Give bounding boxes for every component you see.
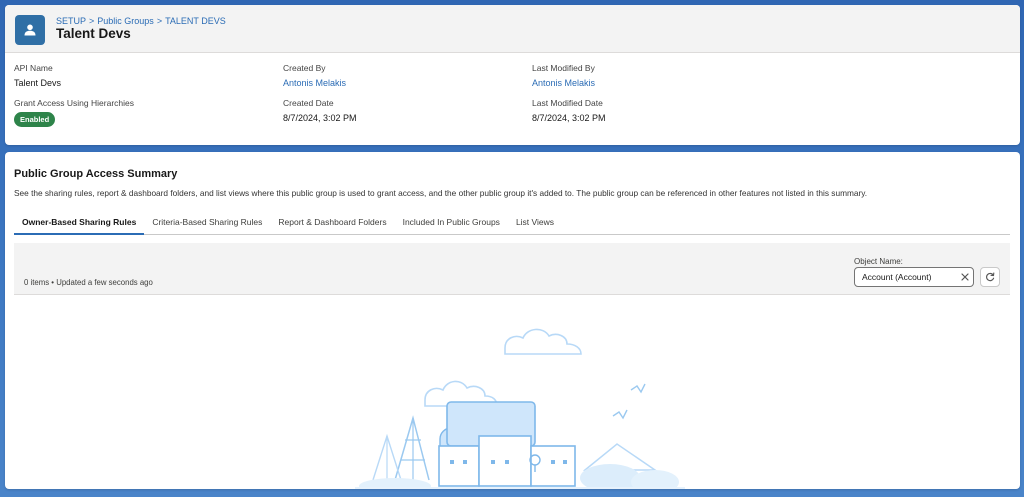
grant-access-label: Grant Access Using Hierarchies <box>14 98 134 108</box>
last-modified-by-label: Last Modified By <box>532 63 595 73</box>
tab-owner-based-sharing-rules[interactable]: Owner-Based Sharing Rules <box>14 210 145 235</box>
breadcrumb-setup[interactable]: SETUP <box>56 16 86 26</box>
page-title: Talent Devs <box>56 26 131 41</box>
summary-title: Public Group Access Summary <box>14 168 178 180</box>
api-name-label: API Name <box>14 63 53 73</box>
tab-list-views[interactable]: List Views <box>508 210 562 235</box>
created-date-value: 8/7/2024, 3:02 PM <box>283 113 357 123</box>
breadcrumb: SETUP > Public Groups > TALENT DEVS <box>56 16 226 26</box>
breadcrumb-public-groups[interactable]: Public Groups <box>97 16 154 26</box>
last-modified-date-field: Last Modified Date 8/7/2024, 3:02 PM <box>532 98 606 123</box>
breadcrumb-talent-devs[interactable]: TALENT DEVS <box>165 16 226 26</box>
created-date-label: Created Date <box>283 98 334 108</box>
tab-criteria-based-sharing-rules[interactable]: Criteria-Based Sharing Rules <box>144 210 270 235</box>
tab-report-dashboard-folders[interactable]: Report & Dashboard Folders <box>270 210 394 235</box>
created-by-label: Created By <box>283 63 326 73</box>
last-modified-by-field: Last Modified By Antonis Melakis <box>532 63 595 88</box>
api-name-value: Talent Devs <box>14 78 62 88</box>
record-header: SETUP > Public Groups > TALENT DEVS Talent D… <box>5 5 1020 53</box>
breadcrumb-separator: > <box>89 16 95 26</box>
list-header: 0 items • Updated a few seconds ago Obje… <box>14 243 1010 295</box>
object-name-label: Object Name: <box>854 257 903 266</box>
items-status: 0 items • Updated a few seconds ago <box>24 278 153 287</box>
access-summary-card: Public Group Access Summary See the shar… <box>5 152 1020 489</box>
tab-included-in-public-groups[interactable]: Included In Public Groups <box>395 210 508 235</box>
close-icon <box>961 273 969 281</box>
grant-access-field: Grant Access Using Hierarchies Enabled <box>14 98 134 127</box>
last-modified-by-link[interactable]: Antonis Melakis <box>532 78 595 88</box>
refresh-button[interactable] <box>980 267 1000 287</box>
record-header-card: SETUP > Public Groups > TALENT DEVS Talent D… <box>5 5 1020 145</box>
object-name-input[interactable] <box>854 267 974 287</box>
status-badge: Enabled <box>14 112 56 127</box>
breadcrumb-separator: > <box>156 16 163 26</box>
clear-button[interactable] <box>958 269 972 285</box>
user-icon <box>15 15 45 45</box>
refresh-icon <box>986 272 995 282</box>
last-modified-date-value: 8/7/2024, 3:02 PM <box>532 113 606 123</box>
created-by-field: Created By Antonis Melakis <box>283 63 346 88</box>
last-modified-date-label: Last Modified Date <box>532 98 603 108</box>
api-name-field: API Name Talent Devs <box>14 63 61 88</box>
summary-description: See the sharing rules, report & dashboar… <box>14 188 868 198</box>
created-by-link[interactable]: Antonis Melakis <box>283 78 346 88</box>
tab-bar: Owner-Based Sharing Rules Criteria-Based… <box>14 210 1010 235</box>
created-date-field: Created Date 8/7/2024, 3:02 PM <box>283 98 357 123</box>
empty-state-illustration <box>355 328 685 489</box>
